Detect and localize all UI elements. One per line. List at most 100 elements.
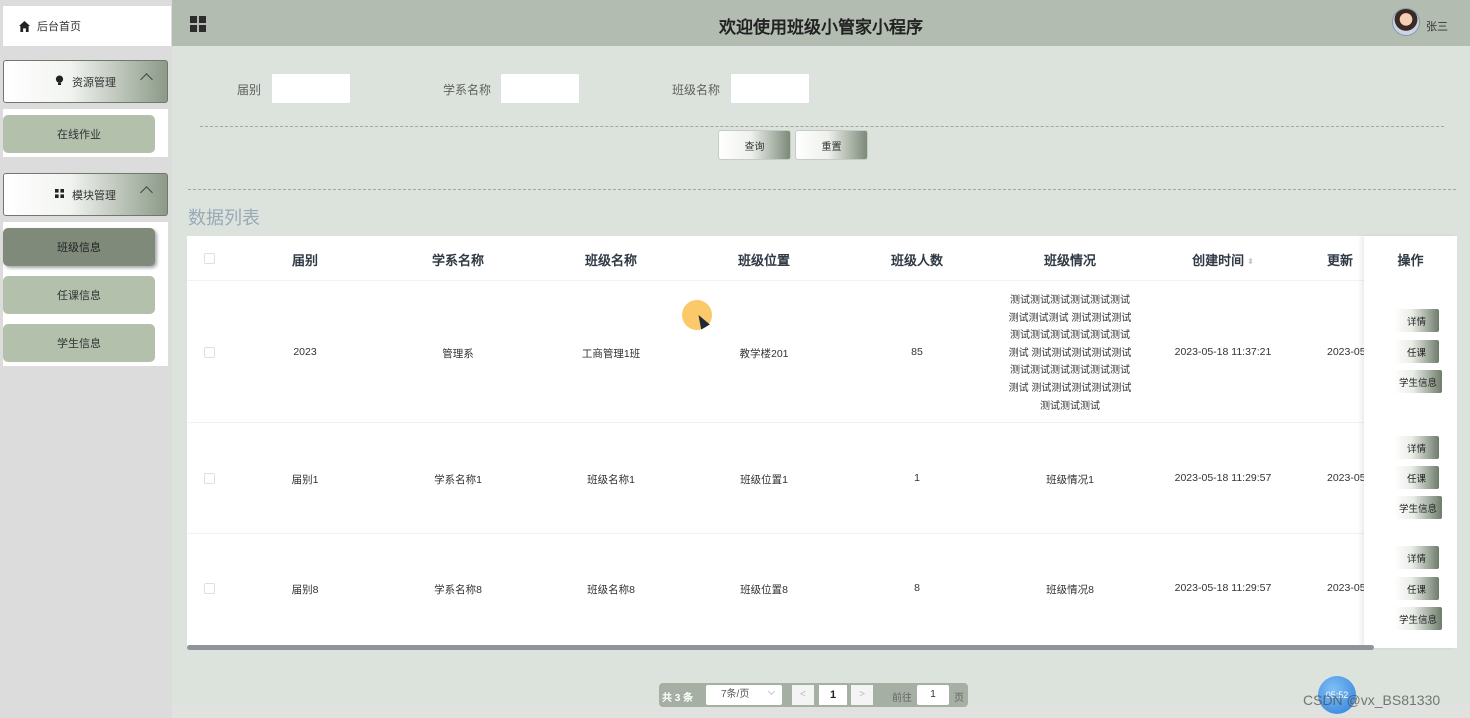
row-checkbox[interactable] bbox=[204, 473, 215, 484]
select-all-checkbox[interactable] bbox=[204, 253, 215, 264]
course-button[interactable]: 任课 bbox=[1394, 466, 1439, 489]
cell-class-size: 8 bbox=[914, 582, 920, 594]
row-divider bbox=[187, 280, 1457, 281]
status-line: 测试测试测试测试测试测试 bbox=[1010, 330, 1130, 342]
home-icon bbox=[19, 20, 30, 32]
sidebar-item-student-info[interactable]: 学生信息 bbox=[3, 324, 155, 362]
course-button[interactable]: 任课 bbox=[1394, 340, 1439, 363]
col-header-actions: 操作 bbox=[1397, 253, 1424, 268]
submenu-resource: 在线作业 bbox=[3, 109, 168, 157]
sidebar-item-label: 在线作业 bbox=[57, 129, 101, 141]
pagination: 共 3 条 7条/页 < 1 > 前往 1 页 bbox=[659, 683, 968, 707]
search-label-department: 学系名称 bbox=[443, 83, 492, 97]
col-header-jiebie[interactable]: 届别 bbox=[255, 250, 355, 269]
search-input-jiebie[interactable] bbox=[271, 73, 351, 104]
sort-icon[interactable]: ⬍ bbox=[1247, 257, 1254, 266]
cell-class-status: 班级情况8 bbox=[1046, 584, 1094, 596]
sidebar-item-course-info[interactable]: 任课信息 bbox=[3, 276, 155, 314]
cell-class-status: 测试测试测试测试测试测试 测试测试测试 测试测试测试 测试测试测试测试测试测试 … bbox=[1000, 292, 1140, 415]
row-checkbox[interactable] bbox=[204, 347, 215, 358]
cell-class-size: 85 bbox=[911, 346, 923, 358]
status-line: 测试测试测试 bbox=[1040, 400, 1100, 412]
col-header-department[interactable]: 学系名称 bbox=[408, 250, 508, 269]
page-size-value: 7条/页 bbox=[721, 689, 750, 700]
page-size-select[interactable]: 7条/页 bbox=[706, 685, 782, 705]
prev-page-button[interactable]: < bbox=[792, 685, 814, 705]
col-header-class-size[interactable]: 班级人数 bbox=[867, 250, 967, 269]
student-info-button[interactable]: 学生信息 bbox=[1394, 496, 1442, 519]
query-button[interactable]: 查询 bbox=[718, 130, 791, 160]
status-line: 测试 测试测试测试测试测试 bbox=[1008, 347, 1132, 359]
divider bbox=[200, 126, 1444, 127]
menu-resource-management[interactable]: 资源管理 bbox=[3, 60, 168, 103]
cell-class-location: 班级位置1 bbox=[740, 474, 788, 486]
reset-button[interactable]: 重置 bbox=[795, 130, 868, 160]
cell-created: 2023-05-18 11:29:57 bbox=[1174, 582, 1272, 594]
menu-resource-management-label: 资源管理 bbox=[72, 76, 116, 89]
course-button[interactable]: 任课 bbox=[1394, 577, 1439, 600]
col-header-created-label: 创建时间 bbox=[1192, 253, 1245, 268]
cell-jiebie: 届别8 bbox=[291, 584, 319, 596]
goto-page-input[interactable]: 1 bbox=[917, 685, 949, 705]
cell-updated: 2023-05 bbox=[1327, 472, 1366, 484]
col-header-updated[interactable]: 更新 bbox=[1327, 250, 1367, 269]
col-header-class-status[interactable]: 班级情况 bbox=[1020, 250, 1120, 269]
sidebar-home-label: 后台首页 bbox=[37, 21, 81, 33]
chevron-up-icon[interactable] bbox=[140, 73, 153, 86]
cell-department: 管理系 bbox=[442, 348, 474, 360]
submenu-module: 班级信息 任课信息 学生信息 bbox=[3, 222, 168, 366]
sidebar-item-label: 任课信息 bbox=[57, 290, 101, 302]
detail-button[interactable]: 详情 bbox=[1394, 436, 1439, 459]
col-header-class-location[interactable]: 班级位置 bbox=[714, 250, 814, 269]
sidebar-item-label: 班级信息 bbox=[57, 242, 101, 254]
cell-created: 2023-05-18 11:29:57 bbox=[1174, 472, 1272, 484]
cell-jiebie: 2023 bbox=[293, 346, 317, 358]
search-label-jiebie: 届别 bbox=[237, 83, 262, 97]
top-header: 欢迎使用班级小管家小程序 张三 bbox=[172, 0, 1470, 46]
cell-class-name: 工商管理1班 bbox=[581, 348, 641, 360]
cell-class-name: 班级名称8 bbox=[587, 584, 635, 596]
cell-class-location: 教学楼201 bbox=[739, 348, 789, 360]
menu-module-management[interactable]: 模块管理 bbox=[3, 173, 168, 216]
sidebar-item-class-info[interactable]: 班级信息 bbox=[3, 228, 155, 266]
status-line: 测试测试测试测试测试测试 bbox=[1010, 295, 1130, 306]
action-column: 操作 详情 任课 学生信息 详情 任课 学生信息 详情 任课 学生信息 bbox=[1364, 236, 1457, 648]
cell-created: 2023-05-18 11:37:21 bbox=[1174, 346, 1272, 358]
cell-department: 学系名称1 bbox=[434, 474, 482, 486]
row-divider bbox=[187, 422, 1457, 423]
cell-updated: 2023-05 bbox=[1327, 582, 1366, 594]
search-input-department[interactable] bbox=[500, 73, 580, 104]
grid-small-icon bbox=[55, 188, 64, 201]
cell-class-location: 班级位置8 bbox=[740, 584, 788, 596]
divider bbox=[188, 189, 1456, 190]
sidebar-home[interactable]: 后台首页 bbox=[3, 6, 171, 46]
cell-class-size: 1 bbox=[914, 472, 920, 484]
page-number[interactable]: 1 bbox=[819, 685, 847, 705]
menu-module-management-label: 模块管理 bbox=[72, 189, 116, 202]
status-line: 测试测试测试测试测试测试 bbox=[1010, 365, 1130, 377]
next-page-button[interactable]: > bbox=[851, 685, 873, 705]
cell-jiebie: 届别1 bbox=[291, 474, 319, 486]
status-line: 测试 测试测试测试测试测试 bbox=[1008, 382, 1132, 394]
cell-class-status: 班级情况1 bbox=[1046, 474, 1094, 486]
row-checkbox[interactable] bbox=[204, 583, 215, 594]
cell-updated: 2023-05 bbox=[1327, 346, 1366, 358]
pagination-total: 共 3 条 bbox=[662, 693, 694, 704]
col-header-created[interactable]: 创建时间 ⬍ bbox=[1173, 250, 1273, 269]
horizontal-scrollbar[interactable] bbox=[187, 645, 1374, 650]
search-input-class[interactable] bbox=[730, 73, 810, 104]
chevron-down-icon bbox=[767, 687, 776, 696]
goto-label: 前往 bbox=[892, 693, 912, 704]
sidebar-item-online-homework[interactable]: 在线作业 bbox=[3, 115, 155, 153]
student-info-button[interactable]: 学生信息 bbox=[1394, 370, 1442, 393]
student-info-button[interactable]: 学生信息 bbox=[1394, 607, 1442, 630]
search-label-class: 班级名称 bbox=[672, 83, 721, 97]
detail-button[interactable]: 详情 bbox=[1394, 309, 1439, 332]
chevron-up-icon[interactable] bbox=[140, 186, 153, 199]
avatar[interactable] bbox=[1392, 8, 1420, 36]
username[interactable]: 张三 bbox=[1426, 18, 1448, 34]
col-header-class-name[interactable]: 班级名称 bbox=[561, 250, 661, 269]
sidebar-item-label: 学生信息 bbox=[57, 338, 101, 350]
main-content: 届别 学系名称 班级名称 查询 重置 数据列表 届别 学系名称 班级名称 班级位… bbox=[172, 46, 1470, 704]
detail-button[interactable]: 详情 bbox=[1394, 546, 1439, 569]
